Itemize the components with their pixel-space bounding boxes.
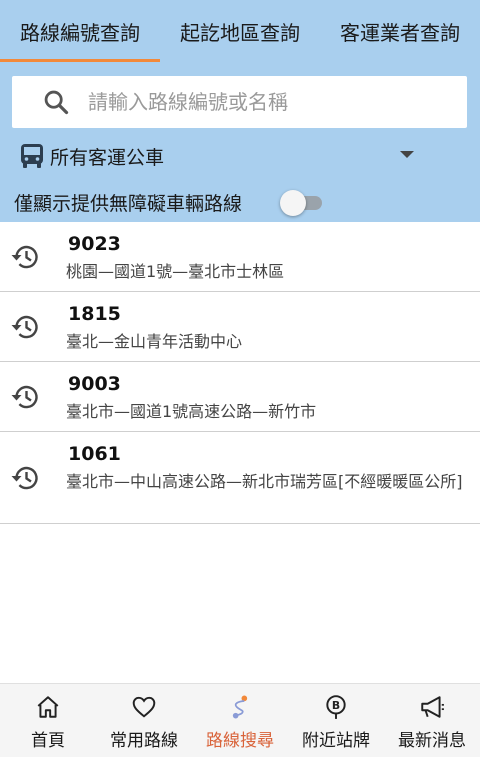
tab-label: 客運業者查詢 <box>340 20 460 45</box>
search-input[interactable] <box>88 90 448 114</box>
route-number: 1815 <box>68 303 121 325</box>
home-icon <box>35 694 61 720</box>
nav-label: 最新消息 <box>398 731 466 751</box>
route-number: 9003 <box>68 373 121 395</box>
nav-label: 路線搜尋 <box>206 731 274 751</box>
nav-nearby-stops[interactable]: B 附近站牌 <box>288 684 384 757</box>
nav-label: 首頁 <box>31 731 65 751</box>
search-mode-tabs: 路線編號查詢 起訖地區查詢 客運業者查詢 <box>0 0 480 62</box>
route-number: 9023 <box>68 233 121 255</box>
operator-type-dropdown[interactable]: 所有客運公車 <box>0 140 480 172</box>
bus-icon <box>20 143 44 169</box>
bottom-navigation: 首頁 常用路線 路線搜尋 B 附近站牌 最新消息 <box>0 683 480 757</box>
nav-label: 附近站牌 <box>302 731 370 751</box>
route-icon <box>227 694 253 720</box>
operator-type-value: 所有客運公車 <box>50 146 165 169</box>
barrier-free-label: 僅顯示提供無障礙車輛路線 <box>14 192 243 215</box>
heart-icon <box>131 694 157 720</box>
nav-news[interactable]: 最新消息 <box>384 684 480 757</box>
svg-text:B: B <box>332 699 340 712</box>
search-icon <box>34 80 78 124</box>
search-box <box>12 76 467 128</box>
history-item[interactable]: 9003 臺北市—國道1號高速公路—新竹市 <box>0 362 480 432</box>
nav-label: 常用路線 <box>110 731 178 751</box>
nav-home[interactable]: 首頁 <box>0 684 96 757</box>
history-item[interactable]: 1061 臺北市—中山高速公路—新北市瑞芳區[不經暖暖區公所] <box>0 432 480 524</box>
barrier-free-row: 僅顯示提供無障礙車輛路線 <box>0 186 480 218</box>
megaphone-icon <box>419 694 445 720</box>
history-icon <box>11 466 38 490</box>
route-description: 桃園—國道1號—臺北市士林區 <box>66 262 285 281</box>
history-icon <box>11 315 38 339</box>
history-item[interactable]: 1815 臺北—金山青年活動中心 <box>0 292 480 362</box>
history-icon <box>11 385 38 409</box>
history-icon <box>11 245 38 269</box>
route-description: 臺北—金山青年活動中心 <box>66 332 243 351</box>
history-item[interactable]: 9023 桃園—國道1號—臺北市士林區 <box>0 222 480 292</box>
caret-down-icon <box>400 151 414 158</box>
route-description: 臺北市—中山高速公路—新北市瑞芳區[不經暖暖區公所] <box>66 472 463 491</box>
tab-label: 路線編號查詢 <box>20 20 140 45</box>
nav-favorites[interactable]: 常用路線 <box>96 684 192 757</box>
nav-route-search[interactable]: 路線搜尋 <box>192 684 288 757</box>
tab-label: 起訖地區查詢 <box>180 20 300 45</box>
filter-panel: 所有客運公車 僅顯示提供無障礙車輛路線 <box>0 62 480 222</box>
tab-operator[interactable]: 客運業者查詢 <box>320 0 480 62</box>
tab-origin-destination[interactable]: 起訖地區查詢 <box>160 0 320 62</box>
tab-route-number[interactable]: 路線編號查詢 <box>0 0 160 62</box>
toggle-knob <box>280 190 306 216</box>
barrier-free-toggle[interactable] <box>280 190 324 216</box>
route-number: 1061 <box>68 443 121 465</box>
route-description: 臺北市—國道1號高速公路—新竹市 <box>66 402 317 421</box>
search-history-list: 9023 桃園—國道1號—臺北市士林區 1815 臺北—金山青年活動中心 900… <box>0 222 480 524</box>
bus-stop-icon: B <box>323 694 349 720</box>
